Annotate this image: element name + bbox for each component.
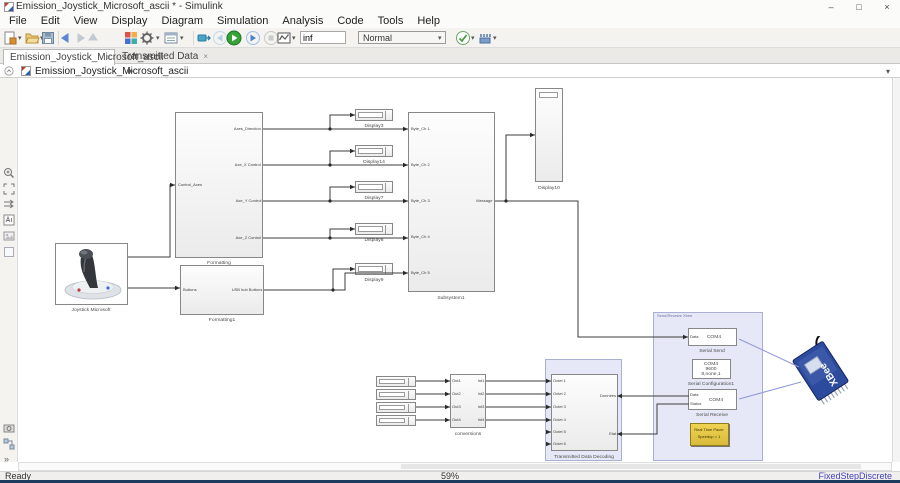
settings-gear-icon[interactable] bbox=[139, 30, 155, 46]
tab-emission-joystick[interactable]: Emission_Joystick_Microsoft_ascii × bbox=[3, 49, 163, 65]
update-diagram-check-icon[interactable] bbox=[455, 30, 471, 46]
run-icon[interactable] bbox=[226, 30, 242, 46]
subsystem1-block[interactable] bbox=[408, 112, 495, 292]
joystick-block[interactable]: Axes Buttons bbox=[55, 243, 128, 305]
left-tool-strip: » bbox=[0, 78, 18, 464]
menu-bar: File Edit View Display Diagram Simulatio… bbox=[0, 14, 900, 28]
horizontal-scrollbar[interactable] bbox=[18, 462, 892, 471]
bottom-display-4[interactable] bbox=[376, 415, 416, 426]
formatting-block[interactable] bbox=[175, 112, 263, 258]
menu-file[interactable]: File bbox=[2, 14, 34, 28]
step-forward-icon[interactable] bbox=[245, 30, 261, 46]
display9-block[interactable] bbox=[355, 263, 393, 275]
simulation-mode-select[interactable]: Normal bbox=[358, 31, 446, 44]
menu-help[interactable]: Help bbox=[410, 14, 447, 28]
bottom-display-3[interactable] bbox=[376, 402, 416, 413]
serial-send-block[interactable] bbox=[688, 328, 737, 346]
pacer-line2: Speedup = 1 bbox=[697, 434, 721, 439]
joystick-image bbox=[64, 249, 122, 300]
conversions-block[interactable] bbox=[450, 374, 486, 428]
serial-receive-block[interactable] bbox=[688, 389, 737, 410]
minimize-button[interactable]: – bbox=[820, 0, 842, 14]
app-icon bbox=[4, 2, 14, 12]
display8-block[interactable] bbox=[355, 223, 393, 235]
model-browser-icon[interactable] bbox=[3, 438, 15, 450]
display14-block[interactable] bbox=[355, 145, 393, 157]
window-title: Emission_Joystick_Microsoft_ascii * - Si… bbox=[16, 1, 223, 12]
connect-hardware-icon[interactable] bbox=[196, 30, 212, 46]
save-disk-icon[interactable] bbox=[40, 30, 56, 46]
breadcrumb-bar: Emission_Joystick_Microsoft_ascii ▶ ▾ bbox=[0, 64, 900, 78]
menu-simulation[interactable]: Simulation bbox=[210, 14, 275, 28]
explorer-toggle-icon[interactable] bbox=[4, 66, 14, 76]
display-caret-icon[interactable]: ▾ bbox=[292, 35, 296, 43]
mode-caret-icon[interactable]: ▾ bbox=[438, 35, 442, 43]
menu-diagram[interactable]: Diagram bbox=[154, 14, 210, 28]
menu-edit[interactable]: Edit bbox=[34, 14, 67, 28]
decoder-block[interactable] bbox=[551, 374, 618, 451]
breadcrumb-arrow-icon: ▶ bbox=[128, 68, 134, 75]
pacer-line1: Real Time Pacer bbox=[694, 427, 724, 432]
xbee-module-image[interactable]: XBee bbox=[786, 336, 860, 410]
menu-view[interactable]: View bbox=[67, 14, 105, 28]
simulation-display-icon[interactable] bbox=[276, 30, 292, 46]
menu-code[interactable]: Code bbox=[330, 14, 370, 28]
up-icon[interactable] bbox=[85, 30, 101, 46]
gear-caret-icon[interactable]: ▾ bbox=[156, 35, 160, 43]
serial-config-block[interactable] bbox=[692, 359, 731, 379]
tab-close-icon[interactable]: × bbox=[203, 49, 208, 64]
config-caret-icon[interactable]: ▾ bbox=[180, 35, 184, 43]
expand-browser-icon[interactable]: » bbox=[4, 454, 9, 464]
simulink-window: Send/Receive Xbee Axes Buttons Joystick … bbox=[0, 0, 900, 483]
build-caret-icon[interactable]: ▾ bbox=[493, 35, 497, 43]
fit-to-view-icon[interactable] bbox=[3, 183, 15, 195]
panel-collapse-icon[interactable]: ▾ bbox=[886, 67, 890, 76]
annotation-icon[interactable] bbox=[3, 214, 15, 226]
scrollbar-thumb[interactable] bbox=[401, 464, 861, 469]
new-model-icon[interactable] bbox=[2, 30, 18, 46]
menu-display[interactable]: Display bbox=[104, 14, 154, 28]
breadcrumb[interactable]: Emission_Joystick_Microsoft_ascii bbox=[35, 66, 188, 77]
formatting1-block[interactable] bbox=[180, 265, 264, 315]
image-annotation-icon[interactable] bbox=[3, 230, 15, 242]
route-signals-icon[interactable] bbox=[3, 198, 15, 210]
model-config-icon[interactable] bbox=[163, 30, 179, 46]
zoom-icon[interactable] bbox=[3, 167, 15, 179]
close-button[interactable]: × bbox=[876, 0, 898, 14]
model-icon bbox=[21, 66, 31, 76]
maximize-button[interactable]: □ bbox=[848, 0, 870, 14]
tab-label: Emission_Joystick_Microsoft_ascii bbox=[10, 52, 164, 63]
open-icon[interactable] bbox=[24, 30, 40, 46]
area-icon[interactable] bbox=[3, 246, 15, 258]
bottom-display-1[interactable] bbox=[376, 376, 416, 387]
menu-tools[interactable]: Tools bbox=[371, 14, 411, 28]
display7-block[interactable] bbox=[355, 181, 393, 193]
stop-time-input[interactable] bbox=[300, 31, 346, 44]
tab-close-icon[interactable]: × bbox=[106, 50, 111, 65]
display10-block[interactable] bbox=[535, 88, 563, 182]
check-caret-icon[interactable]: ▾ bbox=[471, 35, 475, 43]
menu-analysis[interactable]: Analysis bbox=[275, 14, 330, 28]
display3-block[interactable] bbox=[355, 109, 393, 121]
title-bar: Emission_Joystick_Microsoft_ascii * - Si… bbox=[0, 0, 900, 14]
new-model-caret-icon[interactable]: ▾ bbox=[18, 35, 22, 43]
library-browser-icon[interactable] bbox=[123, 30, 139, 46]
build-icon[interactable] bbox=[477, 30, 493, 46]
bottom-display-2[interactable] bbox=[376, 389, 416, 400]
vertical-scrollbar[interactable] bbox=[892, 78, 900, 462]
snapshot-icon[interactable] bbox=[3, 422, 15, 434]
